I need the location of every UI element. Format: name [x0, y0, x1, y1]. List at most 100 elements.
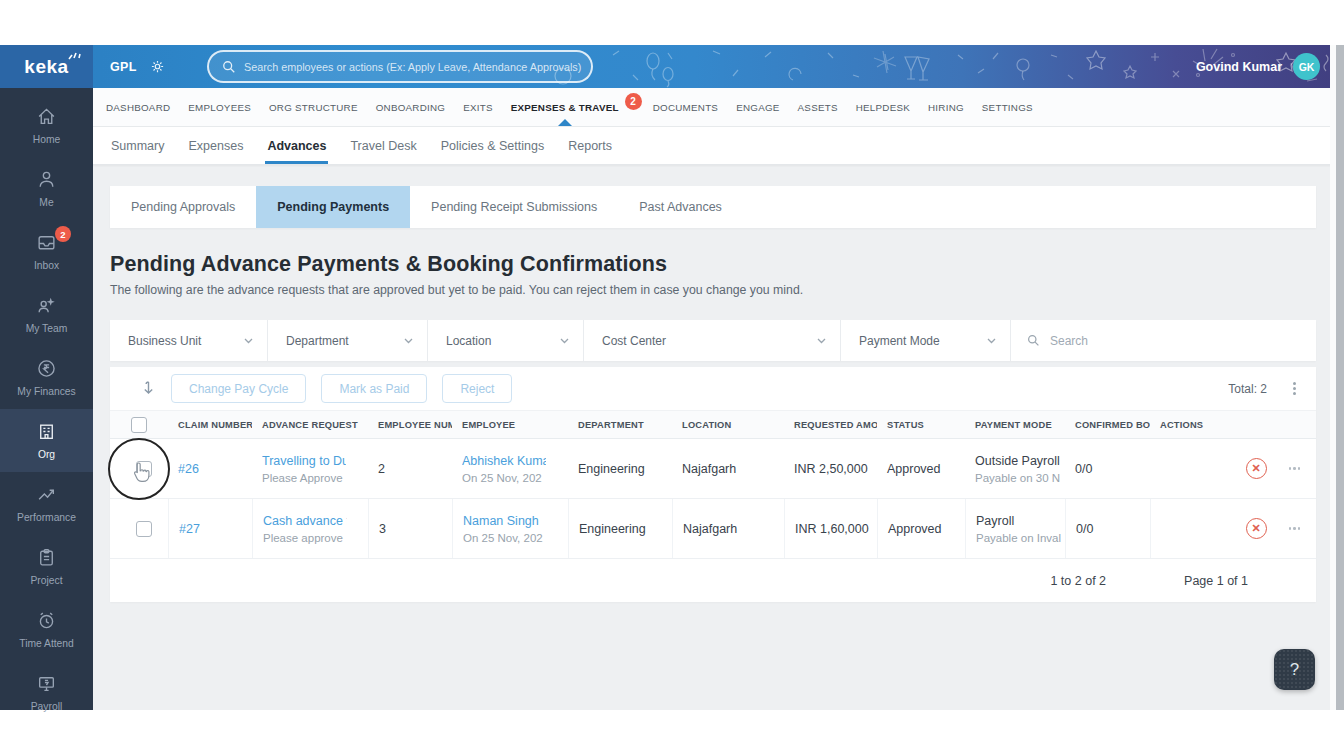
gear-icon[interactable] [150, 59, 165, 74]
col-location[interactable]: LOCATION [672, 420, 784, 430]
nav-onboarding[interactable]: ONBOARDING [367, 88, 454, 126]
tab-pending-approvals[interactable]: Pending Approvals [110, 186, 256, 228]
employee-link[interactable]: Abhishek Kuma [462, 454, 546, 468]
tab-pending-payments[interactable]: Pending Payments [256, 186, 410, 228]
sidebar-item-my-team[interactable]: My Team [0, 283, 93, 346]
sidebar-item-time-attend[interactable]: Time Attend [0, 598, 93, 661]
sidebar-item-me[interactable]: Me [0, 157, 93, 220]
global-search-placeholder: Search employees or actions (Ex: Apply L… [244, 61, 581, 73]
table-search-input[interactable]: Search [1011, 320, 1316, 361]
page-subtitle: The following are the advance requests t… [110, 283, 1316, 297]
col-department[interactable]: DEPARTMENT [568, 420, 672, 430]
col-employee-number[interactable]: EMPLOYEE NUMBER [368, 420, 452, 430]
col-status[interactable]: STATUS [877, 420, 965, 430]
table-card: Change Pay Cycle Mark as Paid Reject Tot… [110, 367, 1316, 602]
col-payment-mode[interactable]: PAYMENT MODE [965, 420, 1065, 430]
sidebar-item-project[interactable]: Project [0, 535, 93, 598]
mark-as-paid-button[interactable]: Mark as Paid [321, 374, 427, 403]
filter-business-unit[interactable]: Business Unit [110, 320, 268, 361]
subnav-reports[interactable]: Reports [556, 127, 624, 164]
tab-pending-receipt-submissions[interactable]: Pending Receipt Submissions [410, 186, 618, 228]
nav-helpdesk[interactable]: HELPDESK [847, 88, 919, 126]
nav-hiring[interactable]: HIRING [919, 88, 973, 126]
subnav-policies-settings[interactable]: Policies & Settings [429, 127, 557, 164]
hand-cursor-icon [130, 461, 150, 485]
column-settings-icon[interactable] [1293, 382, 1296, 395]
nav-settings[interactable]: SETTINGS [973, 88, 1042, 126]
nav-engage[interactable]: ENGAGE [727, 88, 788, 126]
col-actions[interactable]: ACTIONS [1150, 420, 1316, 430]
filter-cost-center[interactable]: Cost Center [584, 320, 841, 361]
sidebar-item-payroll[interactable]: Payroll [0, 661, 93, 724]
team-icon [36, 295, 57, 316]
pagination-range: 1 to 2 of 2 [1050, 574, 1106, 588]
sidebar-item-home[interactable]: Home [0, 94, 93, 157]
finances-icon [36, 358, 57, 379]
advance-request-link[interactable]: Travelling to Du [262, 454, 346, 468]
filter-location[interactable]: Location [428, 320, 584, 361]
row-more-icon[interactable] [1289, 467, 1301, 470]
active-nav-caret [558, 119, 572, 126]
nav-assets[interactable]: ASSETS [789, 88, 847, 126]
sidebar-item-performance[interactable]: Performance [0, 472, 93, 535]
filter-payment-mode[interactable]: Payment Mode [841, 320, 1011, 361]
sidebar-item-my-finances[interactable]: My Finances [0, 346, 93, 409]
chevron-down-icon [404, 338, 413, 344]
app-window: keka GPL [0, 45, 1336, 710]
reject-row-icon[interactable]: ✕ [1246, 458, 1267, 479]
chevron-down-icon [817, 338, 826, 344]
page: keka GPL [0, 0, 1344, 756]
select-all-checkbox[interactable] [131, 417, 147, 433]
claim-number-link[interactable]: #26 [178, 462, 252, 476]
subnav-advances[interactable]: Advances [255, 127, 338, 164]
reject-row-icon[interactable]: ✕ [1246, 518, 1267, 539]
search-icon [1027, 334, 1040, 347]
nav-exits[interactable]: EXITS [454, 88, 502, 126]
subnav-summary[interactable]: Summary [99, 127, 176, 164]
logo-spark-icon [67, 49, 81, 61]
advance-request-link[interactable]: Cash advance f [263, 514, 347, 528]
nav-employees[interactable]: EMPLOYEES [179, 88, 260, 126]
col-requested-amount[interactable]: REQUESTED AMOUNT [784, 420, 877, 430]
inbox-icon [36, 232, 57, 253]
col-claim-number[interactable]: CLAIM NUMBER [168, 420, 252, 430]
claim-number-link[interactable]: #27 [179, 522, 252, 536]
nav-documents[interactable]: DOCUMENTS [644, 88, 727, 126]
sidebar-item-inbox[interactable]: 2 Inbox [0, 220, 93, 283]
download-icon[interactable] [140, 380, 156, 398]
nav-org-structure[interactable]: ORG STRUCTURE [260, 88, 367, 126]
row-more-icon[interactable] [1289, 527, 1301, 530]
employee-link[interactable]: Naman Singh [463, 514, 547, 528]
help-button[interactable]: ? [1274, 649, 1315, 690]
tab-strip: Pending Approvals Pending Payments Pendi… [110, 186, 1316, 228]
global-search-input[interactable]: Search employees or actions (Ex: Apply L… [207, 50, 593, 83]
main-area: DASHBOARD EMPLOYEES ORG STRUCTURE ONBOAR… [93, 88, 1336, 710]
nav-expenses-travel[interactable]: EXPENSES & TRAVEL 2 [502, 88, 628, 126]
nav-dashboard[interactable]: DASHBOARD [97, 88, 179, 126]
user-name: Govind Kumar [1196, 60, 1282, 74]
subnav-travel-desk[interactable]: Travel Desk [338, 127, 428, 164]
tab-past-advances[interactable]: Past Advances [618, 186, 743, 228]
reject-button[interactable]: Reject [442, 374, 512, 403]
filter-department[interactable]: Department [268, 320, 428, 361]
page-title: Pending Advance Payments & Booking Confi… [110, 252, 1316, 277]
org-code: GPL [110, 60, 137, 74]
pagination-page[interactable]: Page 1 of 1 [1184, 574, 1248, 588]
chevron-down-icon [560, 338, 569, 344]
keka-logo[interactable]: keka [0, 45, 93, 88]
content: Pending Approvals Pending Payments Pendi… [93, 165, 1336, 710]
avatar[interactable]: GK [1293, 53, 1320, 80]
change-pay-cycle-button[interactable]: Change Pay Cycle [171, 374, 306, 403]
subnav-expenses[interactable]: Expenses [176, 127, 255, 164]
col-advance-request[interactable]: ADVANCE REQUEST [252, 420, 368, 430]
project-icon [36, 547, 57, 568]
table-row: #27 Cash advance f Please approve 3 Nama… [110, 499, 1316, 559]
col-employee[interactable]: EMPLOYEE [452, 420, 568, 430]
sub-nav: Summary Expenses Advances Travel Desk Po… [93, 127, 1336, 165]
row-checkbox[interactable] [136, 521, 152, 537]
col-confirmed-booking[interactable]: CONFIRMED BOOKING [1065, 420, 1150, 430]
sidebar-item-org[interactable]: Org [0, 409, 93, 472]
scrollbar[interactable] [1336, 45, 1344, 710]
inbox-badge: 2 [55, 226, 71, 242]
filter-bar: Business Unit Department Location Cost C… [110, 320, 1316, 361]
